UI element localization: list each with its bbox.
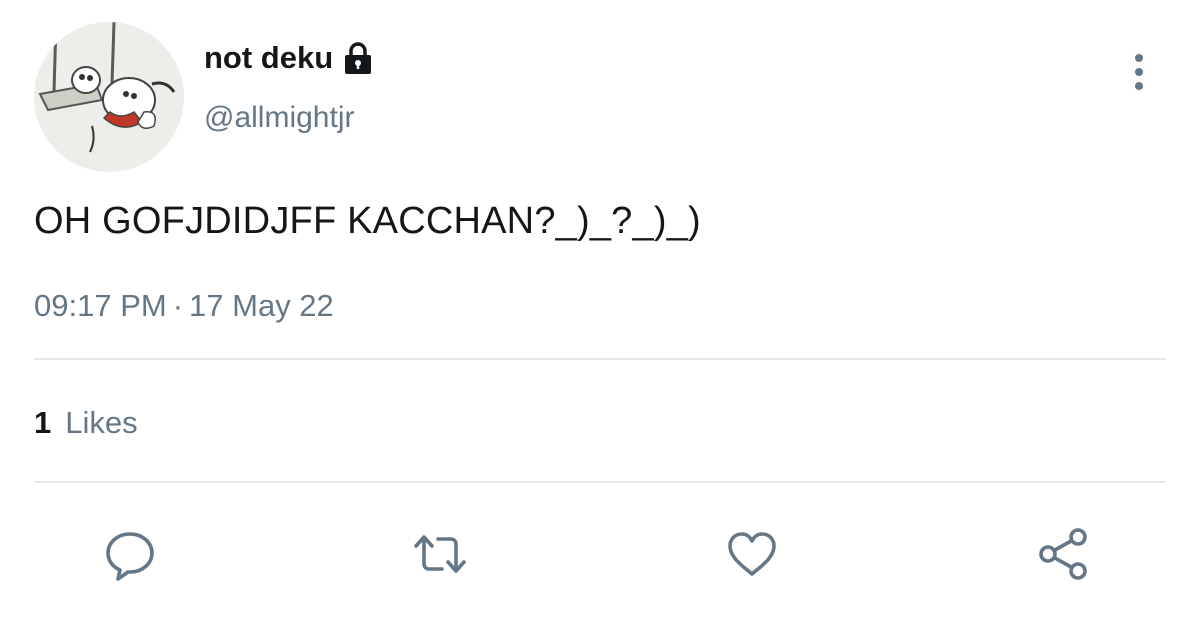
tweet-text: OH GOFJDIDJFF KACCHAN?_)_?_)_) bbox=[34, 200, 701, 242]
divider bbox=[34, 358, 1166, 360]
reply-icon bbox=[106, 532, 154, 581]
reply-button[interactable] bbox=[100, 524, 160, 584]
likes-count-link[interactable]: 1 Likes bbox=[34, 405, 138, 441]
timestamp: 09:17 PM · 17 May 22 bbox=[34, 288, 334, 324]
like-button[interactable] bbox=[722, 524, 782, 584]
tweet-time: 09:17 PM bbox=[34, 288, 167, 323]
likes-label: Likes bbox=[65, 405, 138, 440]
share-icon bbox=[1039, 528, 1087, 580]
avatar[interactable] bbox=[34, 22, 184, 172]
tweet-date: 17 May 22 bbox=[189, 288, 334, 323]
lock-icon bbox=[341, 41, 375, 75]
heart-icon bbox=[728, 532, 776, 576]
likes-count: 1 bbox=[34, 405, 52, 440]
retweet-button[interactable] bbox=[410, 524, 470, 584]
share-button[interactable] bbox=[1034, 524, 1094, 584]
display-name[interactable]: not deku bbox=[204, 40, 375, 76]
display-name-text: not deku bbox=[204, 40, 334, 75]
username-handle[interactable]: @allmightjr bbox=[204, 101, 354, 135]
divider bbox=[34, 481, 1166, 483]
retweet-icon bbox=[414, 535, 466, 573]
timestamp-separator: · bbox=[172, 288, 184, 323]
more-options-icon[interactable] bbox=[1122, 50, 1156, 94]
tweet-detail: not deku @allmightjr OH GOFJDIDJFF KACCH… bbox=[0, 0, 1200, 637]
